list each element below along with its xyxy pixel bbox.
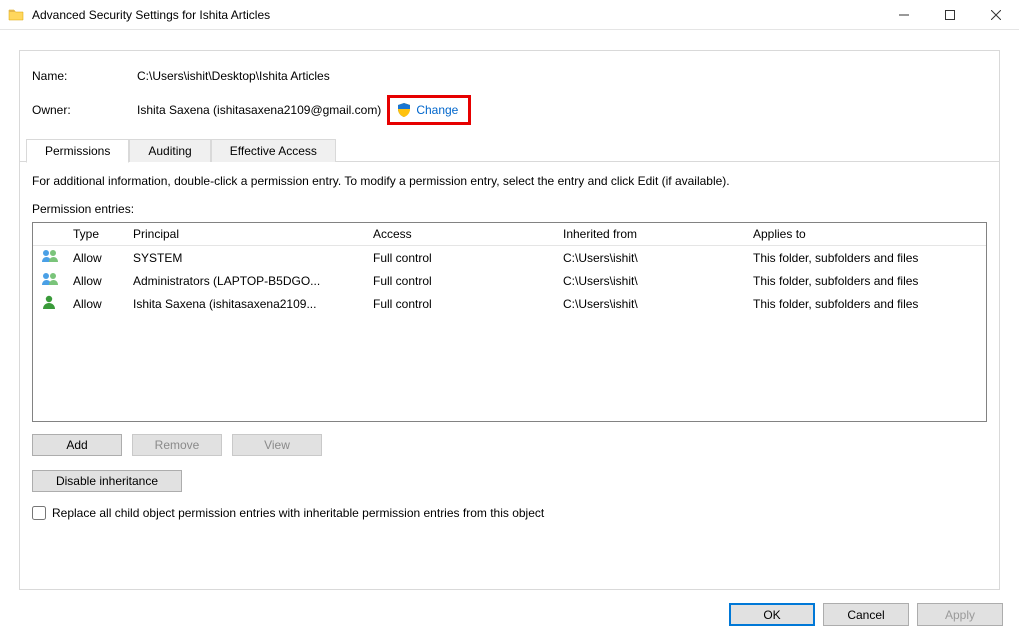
owner-label: Owner: bbox=[32, 103, 137, 117]
cell-applies: This folder, subfolders and files bbox=[745, 269, 986, 292]
replace-children-checkbox[interactable] bbox=[32, 506, 46, 520]
apply-button[interactable]: Apply bbox=[917, 603, 1003, 626]
table-row[interactable]: AllowAdministrators (LAPTOP-B5DGO...Full… bbox=[33, 269, 986, 292]
replace-children-label: Replace all child object permission entr… bbox=[52, 506, 544, 520]
name-label: Name: bbox=[32, 69, 137, 83]
cell-principal: Ishita Saxena (ishitasaxena2109... bbox=[125, 292, 365, 315]
folder-icon bbox=[8, 7, 24, 23]
disable-inheritance-button[interactable]: Disable inheritance bbox=[32, 470, 182, 492]
col-icon[interactable] bbox=[33, 223, 65, 246]
group-icon bbox=[41, 272, 57, 286]
tab-panel-permissions: For additional information, double-click… bbox=[20, 162, 999, 532]
owner-value: Ishita Saxena (ishitasaxena2109@gmail.co… bbox=[137, 103, 381, 117]
close-button[interactable] bbox=[973, 0, 1019, 29]
permission-entries-label: Permission entries: bbox=[32, 202, 987, 216]
cell-applies: This folder, subfolders and files bbox=[745, 292, 986, 315]
col-type[interactable]: Type bbox=[65, 223, 125, 246]
replace-children-row[interactable]: Replace all child object permission entr… bbox=[32, 506, 987, 520]
cell-type: Allow bbox=[65, 292, 125, 315]
cell-principal: SYSTEM bbox=[125, 246, 365, 270]
col-access[interactable]: Access bbox=[365, 223, 555, 246]
cell-access: Full control bbox=[365, 246, 555, 270]
tab-auditing[interactable]: Auditing bbox=[129, 139, 210, 162]
user-icon bbox=[41, 295, 57, 309]
group-icon bbox=[41, 249, 57, 263]
cell-principal: Administrators (LAPTOP-B5DGO... bbox=[125, 269, 365, 292]
col-applies[interactable]: Applies to bbox=[745, 223, 986, 246]
permission-table: Type Principal Access Inherited from App… bbox=[33, 223, 986, 315]
tab-strip: Permissions Auditing Effective Access bbox=[20, 137, 999, 162]
maximize-button[interactable] bbox=[927, 0, 973, 29]
ok-button[interactable]: OK bbox=[729, 603, 815, 626]
change-owner-highlight: Change bbox=[387, 95, 471, 125]
cancel-button[interactable]: Cancel bbox=[823, 603, 909, 626]
cell-access: Full control bbox=[365, 292, 555, 315]
title-bar: Advanced Security Settings for Ishita Ar… bbox=[0, 0, 1019, 30]
minimize-button[interactable] bbox=[881, 0, 927, 29]
table-row[interactable]: AllowIshita Saxena (ishitasaxena2109...F… bbox=[33, 292, 986, 315]
cell-inherited: C:\Users\ishit\ bbox=[555, 292, 745, 315]
permission-table-container: Type Principal Access Inherited from App… bbox=[32, 222, 987, 422]
cell-type: Allow bbox=[65, 246, 125, 270]
change-owner-link[interactable]: Change bbox=[416, 103, 458, 117]
panel-description: For additional information, double-click… bbox=[32, 174, 987, 188]
add-button[interactable]: Add bbox=[32, 434, 122, 456]
cell-inherited: C:\Users\ishit\ bbox=[555, 269, 745, 292]
content-panel: Name: C:\Users\ishit\Desktop\Ishita Arti… bbox=[19, 50, 1000, 590]
cell-type: Allow bbox=[65, 269, 125, 292]
table-row[interactable]: AllowSYSTEMFull controlC:\Users\ishit\Th… bbox=[33, 246, 986, 270]
view-button[interactable]: View bbox=[232, 434, 322, 456]
name-value: C:\Users\ishit\Desktop\Ishita Articles bbox=[137, 69, 330, 83]
window-title: Advanced Security Settings for Ishita Ar… bbox=[32, 8, 270, 22]
col-inherited[interactable]: Inherited from bbox=[555, 223, 745, 246]
cell-access: Full control bbox=[365, 269, 555, 292]
col-principal[interactable]: Principal bbox=[125, 223, 365, 246]
tab-effective-access[interactable]: Effective Access bbox=[211, 139, 336, 162]
tab-permissions[interactable]: Permissions bbox=[26, 139, 129, 163]
dialog-button-bar: OK Cancel Apply bbox=[729, 603, 1003, 626]
window-controls bbox=[881, 0, 1019, 29]
cell-applies: This folder, subfolders and files bbox=[745, 246, 986, 270]
cell-inherited: C:\Users\ishit\ bbox=[555, 246, 745, 270]
remove-button[interactable]: Remove bbox=[132, 434, 222, 456]
shield-icon bbox=[396, 102, 412, 118]
